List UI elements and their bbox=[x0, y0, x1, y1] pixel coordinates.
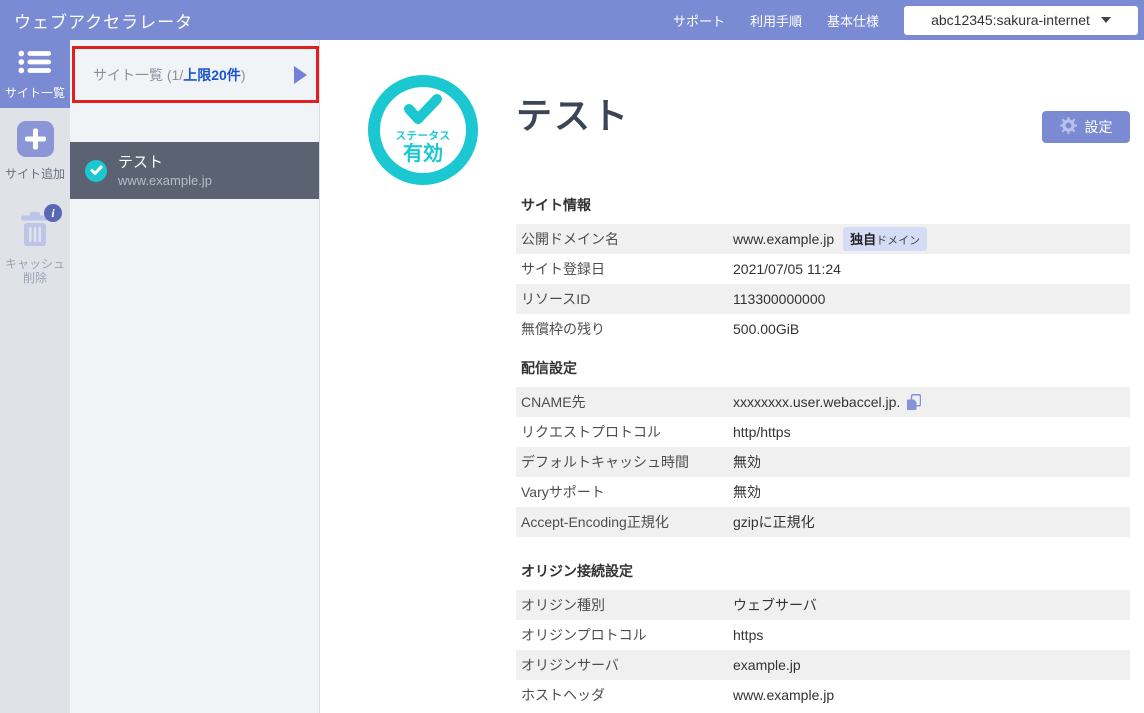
table-row: オリジン種別ウェブサーバ bbox=[516, 590, 1130, 620]
table-row: サイト登録日2021/07/05 11:24 bbox=[516, 254, 1130, 284]
sidebar-item-label: キャッシュ削除 bbox=[3, 257, 67, 285]
row-label: ホストヘッダ bbox=[521, 685, 733, 705]
row-value: xxxxxxxx.user.webaccel.jp. bbox=[733, 394, 921, 410]
sections: サイト情報公開ドメイン名www.example.jp独自ドメインサイト登録日20… bbox=[516, 195, 1130, 710]
custom-domain-badge: 独自ドメイン bbox=[843, 227, 927, 251]
sidebar-item-site-list[interactable]: サイト一覧 bbox=[0, 40, 70, 108]
site-item-text: テスト www.example.jp bbox=[118, 154, 212, 188]
row-value: 無効 bbox=[733, 482, 761, 502]
settings-table: CNAME先xxxxxxxx.user.webaccel.jp.リクエストプロト… bbox=[516, 387, 1130, 537]
row-label: Varyサポート bbox=[521, 482, 733, 502]
table-row: デフォルトキャッシュ時間無効 bbox=[516, 447, 1130, 477]
row-value: 500.00GiB bbox=[733, 321, 799, 337]
site-detail: テスト bbox=[516, 75, 1130, 710]
table-row: オリジンプロトコルhttps bbox=[516, 620, 1130, 650]
status-badge: ステータス 有効 bbox=[368, 75, 478, 185]
site-item-domain: www.example.jp bbox=[118, 174, 212, 188]
nav-usage-guide[interactable]: 利用手順 bbox=[750, 11, 802, 30]
table-row: CNAME先xxxxxxxx.user.webaccel.jp. bbox=[516, 387, 1130, 417]
copy-icon[interactable] bbox=[907, 394, 921, 410]
site-item-name: テスト bbox=[118, 154, 212, 171]
row-label: 無償枠の残り bbox=[521, 319, 733, 339]
list-icon bbox=[18, 49, 52, 80]
table-row: Accept-Encoding正規化gzipに正規化 bbox=[516, 507, 1130, 537]
section-title: オリジン接続設定 bbox=[516, 561, 1130, 581]
settings-table: オリジン種別ウェブサーバオリジンプロトコルhttpsオリジンサーバexample… bbox=[516, 590, 1130, 710]
section-title: サイト情報 bbox=[516, 195, 1130, 215]
table-row: リクエストプロトコルhttp/https bbox=[516, 417, 1130, 447]
nav-spec[interactable]: 基本仕様 bbox=[827, 11, 879, 30]
check-circle-icon bbox=[85, 160, 107, 182]
status-label: ステータス bbox=[396, 128, 451, 143]
nav-support[interactable]: サポート bbox=[673, 11, 725, 30]
table-row: 無償枠の残り500.00GiB bbox=[516, 314, 1130, 344]
site-list-header[interactable]: サイト一覧 (1/上限20件) bbox=[70, 46, 319, 103]
sidebar-item-label: サイト一覧 bbox=[5, 86, 65, 100]
plus-icon bbox=[17, 121, 54, 162]
row-value: 113300000000 bbox=[733, 291, 825, 307]
site-list-item[interactable]: テスト www.example.jp bbox=[70, 142, 319, 199]
settings-table: 公開ドメイン名www.example.jp独自ドメインサイト登録日2021/07… bbox=[516, 224, 1130, 344]
row-value: www.example.jp独自ドメイン bbox=[733, 227, 927, 251]
table-row: オリジンサーバexample.jp bbox=[516, 650, 1130, 680]
row-label: CNAME先 bbox=[521, 392, 733, 412]
row-label: Accept-Encoding正規化 bbox=[521, 512, 733, 532]
account-dropdown[interactable]: abc12345:sakura-internet bbox=[904, 6, 1138, 35]
collapse-arrow-icon[interactable] bbox=[294, 66, 307, 84]
check-icon bbox=[401, 92, 445, 131]
row-label: リクエストプロトコル bbox=[521, 422, 733, 442]
app-title: ウェブアクセラレータ bbox=[14, 8, 193, 33]
gear-icon bbox=[1060, 117, 1077, 137]
row-value: gzipに正規化 bbox=[733, 512, 815, 532]
settings-button[interactable]: 設定 bbox=[1042, 111, 1130, 143]
section-title: 配信設定 bbox=[516, 358, 1130, 378]
row-value: 無効 bbox=[733, 452, 761, 472]
sidebar-item-label: サイト追加 bbox=[5, 167, 65, 181]
sidebar-item-cache-delete[interactable]: i キャッシュ削除 bbox=[0, 211, 70, 285]
settings-section: 配信設定CNAME先xxxxxxxx.user.webaccel.jp.リクエス… bbox=[516, 358, 1130, 537]
row-label: オリジンプロトコル bbox=[521, 625, 733, 645]
main-content: ステータス 有効 テスト bbox=[320, 40, 1144, 713]
topbar-nav: サポート 利用手順 基本仕様 abc12345:sakura-internet bbox=[673, 6, 1138, 35]
row-label: 公開ドメイン名 bbox=[521, 229, 733, 249]
row-value: example.jp bbox=[733, 657, 801, 673]
page-title: テスト bbox=[516, 95, 630, 137]
topbar: ウェブアクセラレータ サポート 利用手順 基本仕様 abc12345:sakur… bbox=[0, 0, 1144, 40]
row-value: http/https bbox=[733, 424, 791, 440]
row-label: サイト登録日 bbox=[521, 259, 733, 279]
row-label: オリジン種別 bbox=[521, 595, 733, 615]
row-value: 2021/07/05 11:24 bbox=[733, 261, 841, 277]
row-label: オリジンサーバ bbox=[521, 655, 733, 675]
row-value: www.example.jp bbox=[733, 687, 834, 703]
caret-down-icon bbox=[1101, 17, 1111, 23]
settings-section: サイト情報公開ドメイン名www.example.jp独自ドメインサイト登録日20… bbox=[516, 195, 1130, 344]
status-value: 有効 bbox=[403, 143, 443, 165]
sidebar-item-add-site[interactable]: サイト追加 bbox=[0, 121, 70, 181]
account-name: abc12345:sakura-internet bbox=[931, 12, 1090, 28]
site-list-panel: サイト一覧 (1/上限20件) テスト www.example.jp bbox=[70, 40, 320, 713]
table-row: リソースID113300000000 bbox=[516, 284, 1130, 314]
info-badge-icon: i bbox=[44, 204, 62, 222]
table-row: ホストヘッダwww.example.jp bbox=[516, 680, 1130, 710]
row-value: https bbox=[733, 627, 763, 643]
table-row: 公開ドメイン名www.example.jp独自ドメイン bbox=[516, 224, 1130, 254]
row-value: ウェブサーバ bbox=[733, 595, 817, 615]
row-label: リソースID bbox=[521, 289, 733, 309]
icon-sidebar: サイト一覧 サイト追加 bbox=[0, 40, 70, 713]
settings-button-label: 設定 bbox=[1085, 117, 1113, 137]
row-label: デフォルトキャッシュ時間 bbox=[521, 452, 733, 472]
settings-section: オリジン接続設定オリジン種別ウェブサーバオリジンプロトコルhttpsオリジンサー… bbox=[516, 561, 1130, 710]
site-list-count: サイト一覧 (1/上限20件) bbox=[93, 65, 245, 85]
trash-icon: i bbox=[19, 211, 51, 252]
table-row: Varyサポート無効 bbox=[516, 477, 1130, 507]
